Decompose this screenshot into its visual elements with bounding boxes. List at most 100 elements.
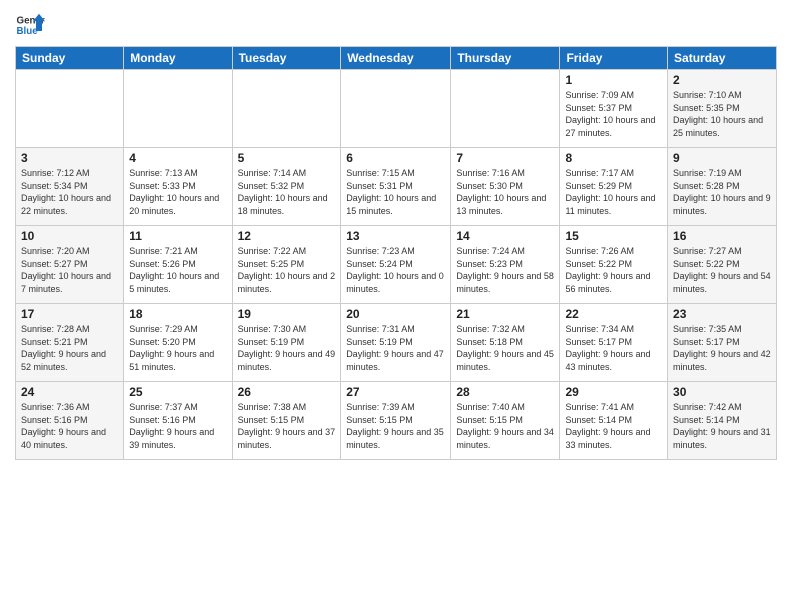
day-number: 1 <box>565 73 662 87</box>
calendar-cell: 6Sunrise: 7:15 AMSunset: 5:31 PMDaylight… <box>341 148 451 226</box>
day-info: Sunrise: 7:37 AMSunset: 5:16 PMDaylight:… <box>129 401 226 451</box>
day-info: Sunrise: 7:28 AMSunset: 5:21 PMDaylight:… <box>21 323 118 373</box>
calendar-cell: 7 Sunrise: 7:16 AMSunset: 5:30 PMDaylight… <box>451 148 560 226</box>
day-info: Sunrise: 7:21 AMSunset: 5:26 PMDaylight:… <box>129 245 226 295</box>
calendar-cell: 4Sunrise: 7:13 AMSunset: 5:33 PMDaylight… <box>124 148 232 226</box>
day-number: 7 <box>456 151 554 165</box>
calendar-cell: 29 Sunrise: 7:41 AMSunset: 5:14 PMDayligh… <box>560 382 668 460</box>
day-number: 22 <box>565 307 662 321</box>
calendar-cell <box>124 70 232 148</box>
day-number: 2 <box>673 73 771 87</box>
calendar-cell: 19 Sunrise: 7:30 AMSunset: 5:19 PMDayligh… <box>232 304 341 382</box>
day-number: 28 <box>456 385 554 399</box>
day-info: Sunrise: 7:09 AMSunset: 5:37 PMDaylight:… <box>565 89 662 139</box>
day-number: 12 <box>238 229 336 243</box>
week-row-3: 10 Sunrise: 7:20 AMSunset: 5:27 PMDayligh… <box>16 226 777 304</box>
day-number: 5 <box>238 151 336 165</box>
svg-text:Blue: Blue <box>17 26 39 37</box>
calendar-header-row: SundayMondayTuesdayWednesdayThursdayFrid… <box>16 47 777 70</box>
day-info: Sunrise: 7:41 AMSunset: 5:14 PMDaylight:… <box>565 401 662 451</box>
calendar-cell: 17 Sunrise: 7:28 AMSunset: 5:21 PMDayligh… <box>16 304 124 382</box>
day-info: Sunrise: 7:40 AMSunset: 5:15 PMDaylight:… <box>456 401 554 451</box>
day-info: Sunrise: 7:22 AMSunset: 5:25 PMDaylight:… <box>238 245 336 295</box>
day-number: 3 <box>21 151 118 165</box>
day-number: 20 <box>346 307 445 321</box>
calendar-cell: 18 Sunrise: 7:29 AMSunset: 5:20 PMDayligh… <box>124 304 232 382</box>
calendar-cell: 20 Sunrise: 7:31 AMSunset: 5:19 PMDayligh… <box>341 304 451 382</box>
week-row-5: 24 Sunrise: 7:36 AMSunset: 5:16 PMDayligh… <box>16 382 777 460</box>
day-info: Sunrise: 7:23 AMSunset: 5:24 PMDaylight:… <box>346 245 445 295</box>
day-number: 27 <box>346 385 445 399</box>
day-info: Sunrise: 7:38 AMSunset: 5:15 PMDaylight:… <box>238 401 336 451</box>
day-number: 25 <box>129 385 226 399</box>
day-info: Sunrise: 7:39 AMSunset: 5:15 PMDaylight:… <box>346 401 445 451</box>
calendar-cell <box>451 70 560 148</box>
day-info: Sunrise: 7:19 AMSunset: 5:28 PMDaylight:… <box>673 167 771 217</box>
calendar-cell <box>341 70 451 148</box>
day-info: Sunrise: 7:35 AMSunset: 5:17 PMDaylight:… <box>673 323 771 373</box>
day-number: 21 <box>456 307 554 321</box>
calendar-cell: 15Sunrise: 7:26 AMSunset: 5:22 PMDayligh… <box>560 226 668 304</box>
calendar-cell: 8Sunrise: 7:17 AMSunset: 5:29 PMDaylight… <box>560 148 668 226</box>
week-row-2: 3 Sunrise: 7:12 AMSunset: 5:34 PMDaylight… <box>16 148 777 226</box>
calendar-cell: 1 Sunrise: 7:09 AMSunset: 5:37 PMDaylight… <box>560 70 668 148</box>
day-number: 30 <box>673 385 771 399</box>
day-number: 19 <box>238 307 336 321</box>
calendar-cell: 10 Sunrise: 7:20 AMSunset: 5:27 PMDayligh… <box>16 226 124 304</box>
day-number: 24 <box>21 385 118 399</box>
day-number: 23 <box>673 307 771 321</box>
day-info: Sunrise: 7:30 AMSunset: 5:19 PMDaylight:… <box>238 323 336 373</box>
day-info: Sunrise: 7:31 AMSunset: 5:19 PMDaylight:… <box>346 323 445 373</box>
day-number: 17 <box>21 307 118 321</box>
day-number: 15 <box>565 229 662 243</box>
calendar-cell: 13 Sunrise: 7:23 AMSunset: 5:24 PMDayligh… <box>341 226 451 304</box>
calendar-cell: 30Sunrise: 7:42 AMSunset: 5:14 PMDayligh… <box>668 382 777 460</box>
calendar-cell <box>232 70 341 148</box>
calendar-cell: 14Sunrise: 7:24 AMSunset: 5:23 PMDayligh… <box>451 226 560 304</box>
calendar-cell: 24 Sunrise: 7:36 AMSunset: 5:16 PMDayligh… <box>16 382 124 460</box>
day-header-wednesday: Wednesday <box>341 47 451 70</box>
calendar-cell: 25 Sunrise: 7:37 AMSunset: 5:16 PMDayligh… <box>124 382 232 460</box>
day-info: Sunrise: 7:14 AMSunset: 5:32 PMDaylight:… <box>238 167 336 217</box>
day-number: 10 <box>21 229 118 243</box>
page: General Blue SundayMondayTuesdayWednesda… <box>0 0 792 470</box>
calendar-cell: 21 Sunrise: 7:32 AMSunset: 5:18 PMDayligh… <box>451 304 560 382</box>
week-row-4: 17 Sunrise: 7:28 AMSunset: 5:21 PMDayligh… <box>16 304 777 382</box>
day-info: Sunrise: 7:29 AMSunset: 5:20 PMDaylight:… <box>129 323 226 373</box>
day-number: 4 <box>129 151 226 165</box>
day-number: 9 <box>673 151 771 165</box>
calendar-cell: 9 Sunrise: 7:19 AMSunset: 5:28 PMDaylight… <box>668 148 777 226</box>
calendar-cell: 2 Sunrise: 7:10 AMSunset: 5:35 PMDaylight… <box>668 70 777 148</box>
day-number: 16 <box>673 229 771 243</box>
day-info: Sunrise: 7:27 AMSunset: 5:22 PMDaylight:… <box>673 245 771 295</box>
logo-icon: General Blue <box>15 10 45 40</box>
day-info: Sunrise: 7:32 AMSunset: 5:18 PMDaylight:… <box>456 323 554 373</box>
day-info: Sunrise: 7:36 AMSunset: 5:16 PMDaylight:… <box>21 401 118 451</box>
day-info: Sunrise: 7:34 AMSunset: 5:17 PMDaylight:… <box>565 323 662 373</box>
calendar-cell: 12 Sunrise: 7:22 AMSunset: 5:25 PMDayligh… <box>232 226 341 304</box>
calendar-cell: 23 Sunrise: 7:35 AMSunset: 5:17 PMDayligh… <box>668 304 777 382</box>
calendar-cell: 22 Sunrise: 7:34 AMSunset: 5:17 PMDayligh… <box>560 304 668 382</box>
day-info: Sunrise: 7:20 AMSunset: 5:27 PMDaylight:… <box>21 245 118 295</box>
calendar-cell <box>16 70 124 148</box>
day-info: Sunrise: 7:16 AMSunset: 5:30 PMDaylight:… <box>456 167 554 217</box>
calendar-table: SundayMondayTuesdayWednesdayThursdayFrid… <box>15 46 777 460</box>
day-header-friday: Friday <box>560 47 668 70</box>
day-header-saturday: Saturday <box>668 47 777 70</box>
day-number: 13 <box>346 229 445 243</box>
day-number: 11 <box>129 229 226 243</box>
calendar-cell: 3 Sunrise: 7:12 AMSunset: 5:34 PMDaylight… <box>16 148 124 226</box>
day-info: Sunrise: 7:15 AMSunset: 5:31 PMDaylight:… <box>346 167 445 217</box>
day-header-sunday: Sunday <box>16 47 124 70</box>
day-info: Sunrise: 7:12 AMSunset: 5:34 PMDaylight:… <box>21 167 118 217</box>
header: General Blue <box>15 10 777 40</box>
day-number: 18 <box>129 307 226 321</box>
day-number: 29 <box>565 385 662 399</box>
day-header-tuesday: Tuesday <box>232 47 341 70</box>
day-number: 26 <box>238 385 336 399</box>
week-row-1: 1 Sunrise: 7:09 AMSunset: 5:37 PMDaylight… <box>16 70 777 148</box>
calendar-cell: 11 Sunrise: 7:21 AMSunset: 5:26 PMDayligh… <box>124 226 232 304</box>
day-info: Sunrise: 7:17 AMSunset: 5:29 PMDaylight:… <box>565 167 662 217</box>
day-info: Sunrise: 7:10 AMSunset: 5:35 PMDaylight:… <box>673 89 771 139</box>
day-number: 14 <box>456 229 554 243</box>
